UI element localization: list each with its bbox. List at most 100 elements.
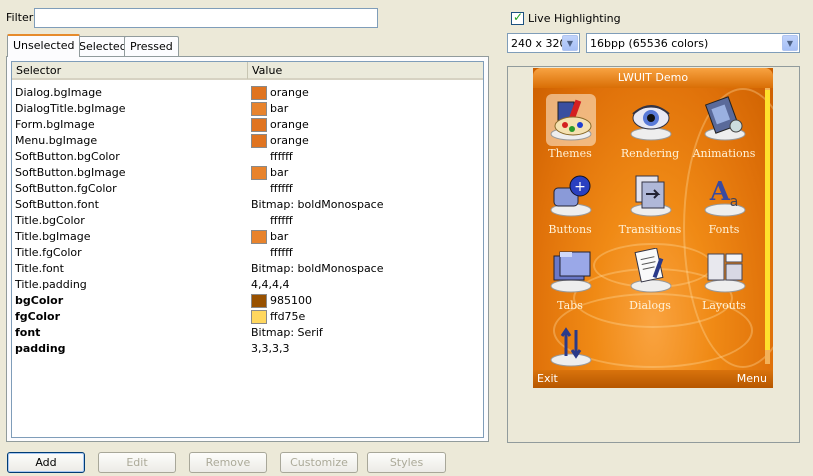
selector-cell: Title.padding — [15, 278, 87, 291]
table-row[interactable]: SoftButton.fgColor ffffff — [12, 181, 483, 197]
dialog-icon — [630, 248, 672, 293]
value-cell: 3,3,3,3 — [251, 342, 290, 355]
color-swatch — [251, 134, 267, 148]
table-row[interactable]: Title.bgImage bar — [12, 229, 483, 245]
table-row[interactable]: Menu.bgImage orange — [12, 133, 483, 149]
app-tabs[interactable]: Tabs — [534, 244, 606, 316]
value-cell: 4,4,4,4 — [251, 278, 290, 291]
selector-cell: Title.font — [15, 262, 64, 275]
preview-title-bar: LWUIT Demo — [533, 68, 773, 88]
buttons-icon: + — [550, 175, 592, 217]
filter-input[interactable] — [34, 8, 378, 28]
table-row[interactable]: Title.font Bitmap: boldMonospace — [12, 261, 483, 277]
table-row[interactable]: SoftButton.bgColor ffffff — [12, 149, 483, 165]
palette-icon — [550, 99, 592, 141]
value-cell: orange — [270, 118, 309, 131]
chevron-down-icon[interactable]: ▼ — [782, 35, 798, 51]
selector-cell: fgColor — [15, 310, 61, 323]
table-row[interactable]: fgColor ffd75e — [12, 309, 483, 325]
selector-cell: SoftButton.bgImage — [15, 166, 126, 179]
app-rendering[interactable]: Rendering — [614, 92, 686, 164]
table-row[interactable]: Title.padding 4,4,4,4 — [12, 277, 483, 293]
preview-scrollbar-thumb[interactable] — [765, 90, 770, 350]
table-row[interactable]: font Bitmap: Serif — [12, 325, 483, 341]
styles-button[interactable]: Styles — [367, 452, 446, 473]
menu-softkey[interactable]: Menu — [737, 372, 767, 385]
edit-button[interactable]: Edit — [98, 452, 176, 473]
color-swatch — [251, 102, 267, 116]
value-cell: ffd75e — [270, 310, 306, 323]
table-row[interactable]: Title.bgColor ffffff — [12, 213, 483, 229]
tab-unselected[interactable]: Unselected — [7, 34, 81, 57]
customize-button[interactable]: Customize — [280, 452, 358, 473]
app-layouts[interactable]: Layouts — [688, 244, 760, 316]
selector-cell: Title.fgColor — [15, 246, 82, 259]
value-cell: bar — [270, 230, 289, 243]
exit-softkey[interactable]: Exit — [537, 372, 558, 385]
color-swatch — [251, 230, 267, 244]
app-animations[interactable]: Animations — [688, 92, 760, 164]
table-row[interactable]: SoftButton.font Bitmap: boldMonospace — [12, 197, 483, 213]
color-depth-value: 16bpp (65536 colors) — [590, 37, 709, 50]
table-row[interactable]: bgColor 985100 — [12, 293, 483, 309]
transitions-icon — [630, 175, 672, 217]
selector-cell: Form.bgImage — [15, 118, 95, 131]
selector-cell: Menu.bgImage — [15, 134, 98, 147]
film-icon — [704, 96, 746, 141]
column-header-selector[interactable]: Selector — [12, 62, 248, 79]
app-label: Animations — [692, 147, 756, 160]
value-cell: Bitmap: boldMonospace — [251, 198, 384, 211]
app-fonts[interactable]: A a Fonts — [688, 168, 760, 240]
device-preview[interactable]: LWUIT Demo Themes Rendering Animations +… — [533, 68, 773, 388]
selector-cell: padding — [15, 342, 66, 355]
tabs-icon — [550, 251, 592, 293]
table-row[interactable]: Form.bgImage orange — [12, 117, 483, 133]
color-swatch — [251, 166, 267, 180]
app-buttons[interactable]: + Buttons — [534, 168, 606, 240]
arrows-icon — [550, 327, 592, 367]
svg-text:+: + — [574, 179, 586, 195]
value-cell: bar — [270, 166, 289, 179]
color-swatch — [251, 310, 267, 324]
value-cell: bar — [270, 102, 289, 115]
add-button[interactable]: Add — [7, 452, 85, 473]
app-label: Transitions — [618, 223, 682, 236]
color-depth-select[interactable]: 16bpp (65536 colors) ▼ — [586, 33, 800, 53]
table-row[interactable]: SoftButton.bgImage bar — [12, 165, 483, 181]
selector-cell: font — [15, 326, 41, 339]
selector-cell: Title.bgColor — [15, 214, 85, 227]
app-transitions[interactable]: Transitions — [614, 168, 686, 240]
value-cell: ffffff — [270, 150, 293, 163]
selector-cell: SoftButton.fgColor — [15, 182, 117, 195]
selector-cell: SoftButton.bgColor — [15, 150, 120, 163]
app-label: Themes — [548, 147, 592, 160]
app-themes[interactable]: Themes — [534, 92, 606, 164]
table-row[interactable]: Dialog.bgImage orange — [12, 85, 483, 101]
column-header-value[interactable]: Value — [248, 62, 483, 79]
value-cell: Bitmap: Serif — [251, 326, 323, 339]
live-highlighting-label: Live Highlighting — [528, 12, 621, 25]
value-cell: orange — [270, 86, 309, 99]
remove-button[interactable]: Remove — [189, 452, 267, 473]
table-row[interactable]: padding 3,3,3,3 — [12, 341, 483, 357]
app-label: Layouts — [702, 299, 746, 312]
layouts-icon — [704, 253, 746, 293]
selector-cell: bgColor — [15, 294, 64, 307]
app-dialogs[interactable]: Dialogs — [614, 244, 686, 316]
app-label: Rendering — [620, 147, 680, 160]
font-icon: A a — [704, 177, 746, 217]
tab-pressed[interactable]: Pressed — [124, 36, 179, 56]
resolution-select[interactable]: 240 x 320 ▼ — [507, 33, 580, 53]
app-label: Dialogs — [629, 299, 671, 312]
color-swatch — [251, 118, 267, 132]
eye-icon — [630, 105, 672, 141]
svg-text:A: A — [709, 177, 731, 207]
value-cell: Bitmap: boldMonospace — [251, 262, 384, 275]
style-table[interactable]: Selector Value Dialog.bgImage orange Dialo… — [11, 61, 484, 438]
checkmark-icon: ✓ — [513, 10, 524, 24]
table-row[interactable]: Title.fgColor ffffff — [12, 245, 483, 261]
table-row[interactable]: DialogTitle.bgImage bar — [12, 101, 483, 117]
chevron-down-icon[interactable]: ▼ — [562, 35, 578, 51]
live-highlighting-checkbox[interactable]: ✓ — [511, 10, 524, 25]
selector-cell: Title.bgImage — [15, 230, 91, 243]
